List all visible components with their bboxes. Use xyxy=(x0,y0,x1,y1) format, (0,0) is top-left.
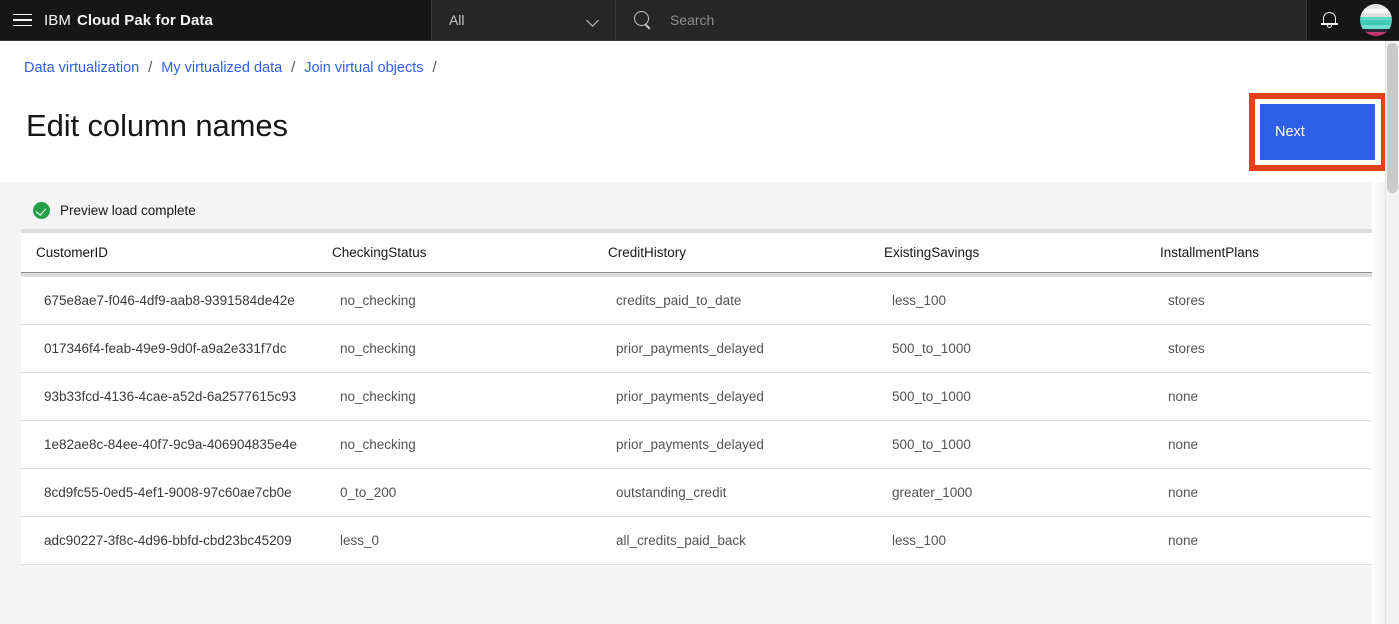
column-header-cell-2 xyxy=(593,229,869,277)
column-header-cell-1 xyxy=(317,229,593,277)
brand-name: Cloud Pak for Data xyxy=(76,11,213,29)
column-name-input-2[interactable] xyxy=(593,233,869,273)
table-cell-credithistory: credits_paid_to_date xyxy=(616,292,742,308)
table-cell-customerid: adc90227-3f8c-4d96-bbfd-cbd23bc45209 xyxy=(44,532,292,548)
table-body: 675e8ae7-f046-4df9-aab8-9391584de42e no_c… xyxy=(21,277,1372,565)
table-cell-checkingstatus: 0_to_200 xyxy=(340,484,397,500)
next-button[interactable]: Next xyxy=(1260,104,1375,160)
breadcrumb-item-data-virtualization[interactable]: Data virtualization xyxy=(24,60,139,76)
status-message: Preview load complete xyxy=(33,202,196,219)
table-cell-installmentplans: stores xyxy=(1168,292,1205,308)
table-cell-customerid: 017346f4-feab-49e9-9d0f-a9a2e331f7dc xyxy=(44,340,287,356)
search-placeholder: Search xyxy=(669,12,715,28)
checkmark-filled-icon xyxy=(33,202,50,219)
table-cell-customerid: 8cd9fc55-0ed5-4ef1-9008-97c60ae7cb0e xyxy=(44,484,292,500)
table-cell-checkingstatus: no_checking xyxy=(340,340,416,356)
table-row: 8cd9fc55-0ed5-4ef1-9008-97c60ae7cb0e 0_to… xyxy=(21,469,1372,517)
search-scope-value: All xyxy=(448,12,465,28)
status-text: Preview load complete xyxy=(60,203,196,218)
column-name-input-1[interactable] xyxy=(317,233,593,273)
breadcrumb-separator: / xyxy=(148,59,153,76)
table-cell-existingsavings: greater_1000 xyxy=(892,484,973,500)
table-row: adc90227-3f8c-4d96-bbfd-cbd23bc45209 less… xyxy=(21,517,1372,565)
page-title: Edit column names xyxy=(26,108,288,143)
table-cell-existingsavings: 500_to_1000 xyxy=(892,340,971,356)
search-scope-dropdown[interactable]: All xyxy=(430,0,615,40)
table-header-row xyxy=(21,229,1372,277)
page-header-row: Edit column names xyxy=(0,94,1399,182)
table-cell-checkingstatus: no_checking xyxy=(340,436,416,452)
preview-table: 675e8ae7-f046-4df9-aab8-9391584de42e no_c… xyxy=(21,229,1372,569)
table-cell-existingsavings: 500_to_1000 xyxy=(892,388,971,404)
column-name-input-4[interactable] xyxy=(1145,233,1372,273)
table-cell-credithistory: all_credits_paid_back xyxy=(616,532,746,548)
content-panel: Preview load complete 675e8ae7-f046-4df9… xyxy=(0,182,1372,624)
global-header: IBM Cloud Pak for Data All Search xyxy=(0,0,1399,41)
hamburger-menu-icon[interactable] xyxy=(0,0,44,40)
page-scrollbar-thumb[interactable] xyxy=(1387,43,1398,193)
user-avatar-button[interactable] xyxy=(1352,0,1399,40)
column-header-cell-0 xyxy=(21,229,317,277)
table-cell-installmentplans: none xyxy=(1168,484,1199,500)
breadcrumb-separator: / xyxy=(291,59,296,76)
table-cell-installmentplans: none xyxy=(1168,436,1199,452)
column-name-input-0[interactable] xyxy=(21,233,317,273)
table-cell-existingsavings: 500_to_1000 xyxy=(892,436,971,452)
table-cell-installmentplans: stores xyxy=(1168,340,1205,356)
brand-prefix: IBM xyxy=(44,11,71,29)
column-header-cell-4 xyxy=(1145,229,1372,277)
table-row: 93b33fcd-4136-4cae-a52d-6a2577615c93 no_c… xyxy=(21,373,1372,421)
bell-icon xyxy=(1321,11,1338,29)
table-row: 017346f4-feab-49e9-9d0f-a9a2e331f7dc no_c… xyxy=(21,325,1372,373)
notifications-button[interactable] xyxy=(1306,0,1352,40)
table-cell-credithistory: outstanding_credit xyxy=(616,484,727,500)
table-cell-customerid: 93b33fcd-4136-4cae-a52d-6a2577615c93 xyxy=(44,388,297,404)
table-cell-credithistory: prior_payments_delayed xyxy=(616,340,764,356)
chevron-down-icon xyxy=(588,15,599,26)
breadcrumb-separator: / xyxy=(432,59,437,76)
table-cell-installmentplans: none xyxy=(1168,532,1199,548)
content-bottom-spacer xyxy=(0,592,1372,624)
avatar xyxy=(1359,4,1392,36)
column-header-cell-3 xyxy=(869,229,1145,277)
brand-logo[interactable]: IBM Cloud Pak for Data xyxy=(44,0,233,40)
table-cell-customerid: 675e8ae7-f046-4df9-aab8-9391584de42e xyxy=(44,292,295,308)
search-icon xyxy=(633,10,653,30)
table-cell-checkingstatus: less_0 xyxy=(340,532,380,548)
header-spacer xyxy=(233,0,431,40)
table-cell-installmentplans: none xyxy=(1168,388,1199,404)
table-cell-customerid: 1e82ae8c-84ee-40f7-9c9a-406904835e4e xyxy=(44,436,297,452)
breadcrumb: Data virtualization / My virtualized dat… xyxy=(0,41,1399,94)
table-row: 675e8ae7-f046-4df9-aab8-9391584de42e no_c… xyxy=(21,277,1372,325)
table-cell-checkingstatus: no_checking xyxy=(340,388,416,404)
breadcrumb-item-join-virtual-objects[interactable]: Join virtual objects xyxy=(304,60,423,76)
breadcrumb-item-my-virtualized-data[interactable]: My virtualized data xyxy=(161,60,282,76)
table-row: 1e82ae8c-84ee-40f7-9c9a-406904835e4e no_c… xyxy=(21,421,1372,469)
table-cell-checkingstatus: no_checking xyxy=(340,292,416,308)
table-cell-credithistory: prior_payments_delayed xyxy=(616,388,764,404)
column-name-input-3[interactable] xyxy=(869,233,1145,273)
table-cell-credithistory: prior_payments_delayed xyxy=(616,436,764,452)
table-cell-existingsavings: less_100 xyxy=(892,532,947,548)
table-cell-existingsavings: less_100 xyxy=(892,292,947,308)
global-search-field[interactable]: Search xyxy=(614,0,1306,40)
